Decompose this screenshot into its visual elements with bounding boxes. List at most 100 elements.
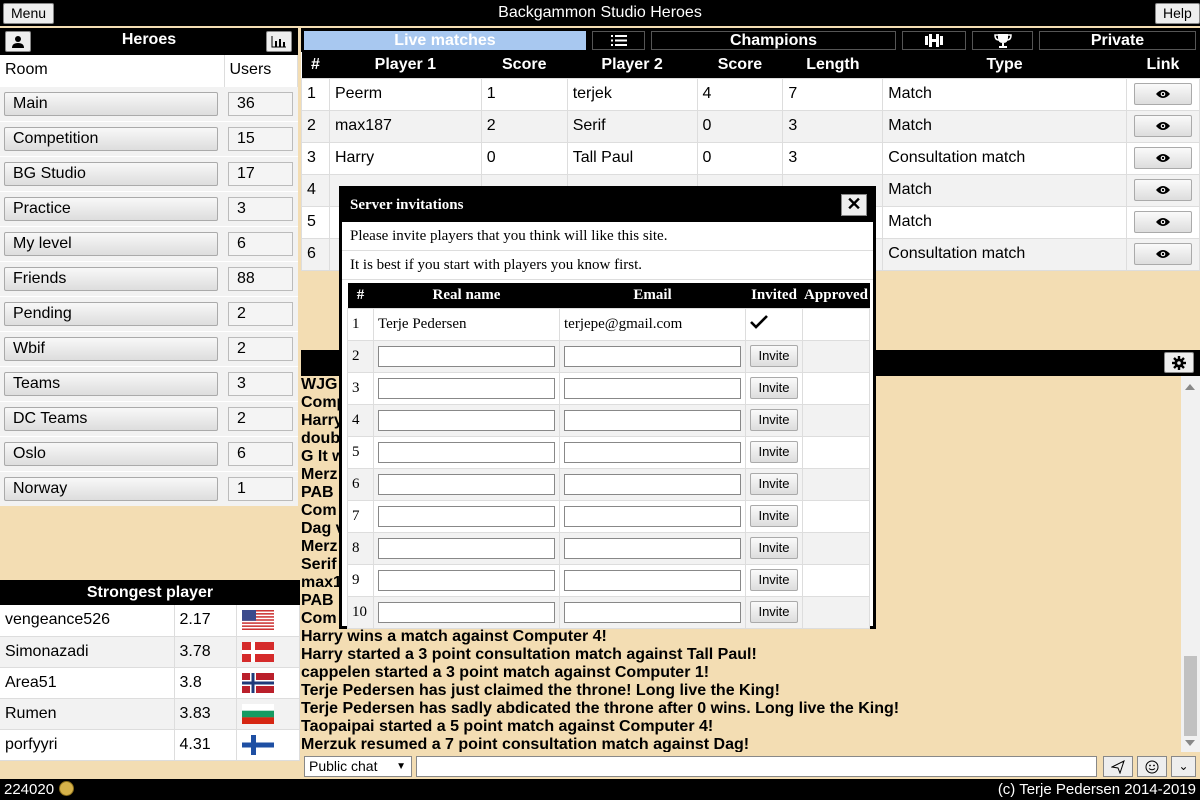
invite-button[interactable]: Invite (750, 377, 798, 399)
list-item[interactable]: Rumen 3.83 (0, 698, 300, 730)
table-row: 9 Invite (347, 563, 870, 597)
tab-dumbbell[interactable] (902, 31, 966, 50)
watch-button[interactable] (1133, 243, 1192, 265)
room-button[interactable]: Pending (4, 301, 218, 326)
heroes-header: Heroes (0, 28, 298, 55)
gear-icon[interactable] (1164, 352, 1194, 373)
close-icon[interactable]: ✕ (841, 194, 867, 216)
invited-cell (745, 307, 803, 341)
tab-champions[interactable]: Champions (651, 31, 896, 50)
email-input[interactable] (564, 537, 741, 559)
email-input[interactable] (564, 569, 741, 591)
real-name-cell (373, 563, 560, 597)
room-button[interactable]: My level (4, 231, 218, 256)
watch-button[interactable] (1133, 211, 1192, 233)
invite-button[interactable]: Invite (750, 569, 798, 591)
table-row: 2 Invite (347, 339, 870, 373)
scroll-up-arrow-icon[interactable] (1185, 384, 1195, 390)
room-user-count: 88 (228, 266, 293, 291)
room-button[interactable]: Competition (4, 126, 218, 151)
room-user-count: 3 (228, 371, 293, 396)
real-name-input[interactable] (378, 569, 555, 591)
email-input[interactable] (564, 601, 741, 623)
real-name-input[interactable] (378, 377, 555, 399)
row-number: 4 (347, 403, 374, 437)
tab-trophy[interactable] (972, 31, 1033, 50)
email-input[interactable] (564, 377, 741, 399)
watch-button[interactable] (1133, 83, 1192, 105)
email-input[interactable] (564, 441, 741, 463)
room-button[interactable]: BG Studio (4, 161, 218, 186)
invite-button[interactable]: Invite (750, 345, 798, 367)
real-name-input[interactable] (378, 409, 555, 431)
users-cell: 3 (224, 365, 298, 401)
flag-cell (236, 667, 300, 699)
room-button[interactable]: Norway (4, 476, 218, 501)
room-button[interactable]: Oslo (4, 441, 218, 466)
watch-button[interactable] (1133, 147, 1192, 169)
invite-button[interactable]: Invite (750, 601, 798, 623)
real-name-input[interactable] (378, 441, 555, 463)
chat-line: cappelen started a 3 point match against… (301, 664, 710, 681)
chat-line: Harry started a 3 point consultation mat… (301, 646, 757, 663)
room-button[interactable]: Main (4, 91, 218, 116)
dialog-title: Server invitations (350, 197, 464, 213)
real-name-cell (373, 339, 560, 373)
eye-icon (1155, 153, 1170, 163)
invite-button[interactable]: Invite (750, 505, 798, 527)
chevron-down-icon: ⌄ (1178, 759, 1189, 773)
room-button[interactable]: Practice (4, 196, 218, 221)
room-button[interactable]: DC Teams (4, 406, 218, 431)
flag-no-icon (241, 672, 274, 693)
scroll-down-arrow-icon[interactable] (1185, 740, 1195, 746)
real-name-input[interactable] (378, 505, 555, 527)
row-number: 10 (347, 595, 374, 629)
list-item[interactable]: Simonazadi 3.78 (0, 636, 300, 668)
chat-scrollbar[interactable] (1181, 376, 1200, 752)
room-row: DC Teams 2 (0, 400, 298, 436)
email-input[interactable] (564, 345, 741, 367)
watch-button[interactable] (1133, 179, 1192, 201)
room-cell: Oslo (0, 435, 224, 471)
email-cell (559, 403, 746, 437)
room-column-header: Room (0, 55, 225, 86)
email-input[interactable] (564, 473, 741, 495)
list-item[interactable]: Area51 3.8 (0, 667, 300, 699)
invite-button[interactable]: Invite (750, 473, 798, 495)
emoji-button[interactable] (1137, 756, 1167, 777)
approved-cell (802, 435, 870, 469)
send-button[interactable] (1103, 756, 1133, 777)
help-button[interactable]: Help (1155, 3, 1200, 24)
tab-list[interactable] (592, 31, 645, 50)
room-button[interactable]: Teams (4, 371, 218, 396)
watch-button[interactable] (1133, 115, 1192, 137)
tab-private[interactable]: Private (1039, 31, 1196, 50)
room-button[interactable]: Wbif (4, 336, 218, 361)
invite-button[interactable]: Invite (750, 409, 798, 431)
scroll-thumb[interactable] (1184, 656, 1197, 736)
smiley-icon (1145, 760, 1159, 774)
room-user-count: 2 (228, 336, 293, 361)
flag-us-icon (241, 610, 274, 631)
email-input[interactable] (564, 505, 741, 527)
real-name-input[interactable] (378, 537, 555, 559)
tab-live-matches[interactable]: Live matches (304, 31, 586, 50)
table-row: 3 Invite (347, 371, 870, 405)
email-input[interactable] (564, 409, 741, 431)
list-item[interactable]: porfyyri 4.31 (0, 729, 300, 761)
approved-cell (802, 595, 870, 629)
chat-message-input[interactable] (416, 756, 1097, 777)
table-row: 2 max187 2 Serif 0 3 Match (301, 109, 1200, 143)
chart-icon[interactable] (266, 31, 292, 52)
invite-button[interactable]: Invite (750, 441, 798, 463)
real-name-input[interactable] (378, 473, 555, 495)
chat-channel-select[interactable]: Public chat ▼ (304, 756, 412, 777)
coin-icon (59, 781, 74, 796)
room-button[interactable]: Friends (4, 266, 218, 291)
real-name-input[interactable] (378, 345, 555, 367)
match-cell-type: Match (882, 109, 1127, 143)
chat-options-dropdown[interactable]: ⌄ (1171, 756, 1196, 777)
list-item[interactable]: vengeance526 2.17 (0, 605, 300, 637)
real-name-input[interactable] (378, 601, 555, 623)
invite-button[interactable]: Invite (750, 537, 798, 559)
